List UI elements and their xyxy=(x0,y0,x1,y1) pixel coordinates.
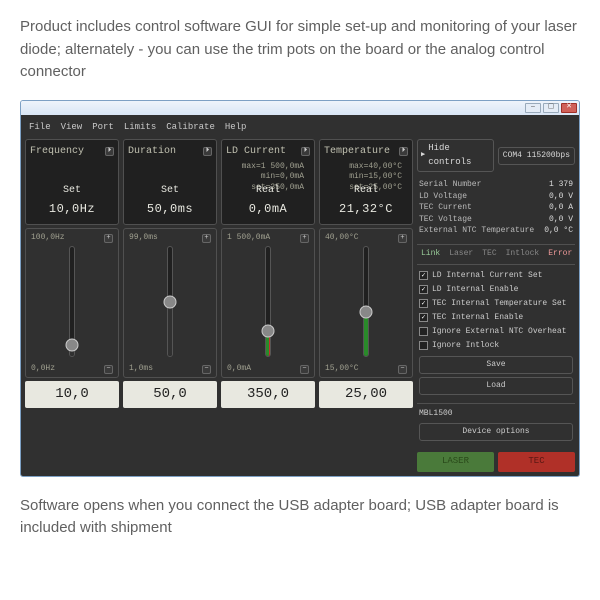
range-max: 1 500,0mA xyxy=(227,232,270,244)
titlebar: – ▢ ✕ xyxy=(21,101,579,115)
channel-input[interactable]: 50,0 xyxy=(123,381,217,408)
status-panel: Serial Number1 379 LD Voltage0,0 VTEC Cu… xyxy=(417,176,575,240)
menu-limits[interactable]: Limits xyxy=(124,121,156,135)
load-button[interactable]: Load xyxy=(419,377,573,395)
plus-button[interactable]: + xyxy=(104,234,113,243)
status-tabs: Link Laser TEC Intlock Error xyxy=(417,244,575,260)
save-button[interactable]: Save xyxy=(419,356,573,374)
channel-display: Frequency ⏵ Set10,0Hz xyxy=(25,139,119,225)
checkbox[interactable] xyxy=(419,285,428,294)
status-row: External NTC Temperature0,0 °C xyxy=(419,225,573,237)
status-row: TEC Voltage0,0 V xyxy=(419,214,573,226)
option-row[interactable]: Ignore External NTC Overheat xyxy=(419,325,573,339)
range-min: 0,0Hz xyxy=(31,363,55,375)
checkbox[interactable] xyxy=(419,271,428,280)
checkbox[interactable] xyxy=(419,299,428,308)
tab-error[interactable]: Error xyxy=(548,248,572,260)
minus-button[interactable]: − xyxy=(202,365,211,374)
vertical-slider[interactable] xyxy=(265,246,271,357)
outro-text: Software opens when you connect the USB … xyxy=(0,483,600,552)
menubar: File View Port Limits Calibrate Help xyxy=(25,119,575,140)
range-min: 0,0mA xyxy=(227,363,251,375)
channel-input[interactable]: 350,0 xyxy=(221,381,315,408)
channel-lock-icon[interactable]: ⏵ xyxy=(399,147,408,156)
status-row: LD Voltage0,0 V xyxy=(419,191,573,203)
menu-view[interactable]: View xyxy=(61,121,83,135)
slider-knob[interactable] xyxy=(66,339,79,352)
slider-knob[interactable] xyxy=(164,295,177,308)
range-max: 100,0Hz xyxy=(31,232,65,244)
range-min: 15,00°C xyxy=(325,363,359,375)
option-row[interactable]: Ignore Intlock xyxy=(419,339,573,353)
channel-input[interactable]: 25,00 xyxy=(319,381,413,408)
plus-button[interactable]: + xyxy=(300,234,309,243)
channel-slider-box: 99,0ms + 1,0ms − xyxy=(123,228,217,378)
channel-title: Duration xyxy=(128,144,176,159)
slider-knob[interactable] xyxy=(262,324,275,337)
intro-text: Product includes control software GUI fo… xyxy=(0,0,600,94)
checkbox[interactable] xyxy=(419,341,428,350)
checkbox[interactable] xyxy=(419,327,428,336)
hide-controls-button[interactable]: ▶ Hide controls xyxy=(417,139,494,172)
channel-lock-icon[interactable]: ⏵ xyxy=(301,147,310,156)
range-max: 40,00°C xyxy=(325,232,359,244)
close-button[interactable]: ✕ xyxy=(561,103,577,113)
app-window: – ▢ ✕ File View Port Limits Calibrate He… xyxy=(20,100,580,477)
menu-help[interactable]: Help xyxy=(225,121,247,135)
menu-file[interactable]: File xyxy=(29,121,51,135)
channel-slider-box: 1 500,0mA + 0,0mA − xyxy=(221,228,315,378)
channel-slider-box: 40,00°C + 15,00°C − xyxy=(319,228,413,378)
tab-tec[interactable]: TEC xyxy=(482,248,496,260)
vertical-slider[interactable] xyxy=(69,246,75,357)
device-options-button[interactable]: Device options xyxy=(419,423,573,441)
channel-display: Temperature ⏵ max=40,00°Cmin=15,00°Cset=… xyxy=(319,139,413,225)
play-icon: ▶ xyxy=(421,150,425,161)
range-min: 1,0ms xyxy=(129,363,153,375)
laser-button[interactable]: LASER xyxy=(417,452,494,472)
minus-button[interactable]: − xyxy=(300,365,309,374)
options-panel: LD Internal Current SetLD Internal Enabl… xyxy=(417,264,575,399)
option-row[interactable]: LD Internal Current Set xyxy=(419,269,573,283)
tab-link[interactable]: Link xyxy=(421,248,440,260)
maximize-button[interactable]: ▢ xyxy=(543,103,559,113)
slider-knob[interactable] xyxy=(360,306,373,319)
status-row: TEC Current0,0 A xyxy=(419,202,573,214)
channel-title: LD Current xyxy=(226,144,286,159)
tec-button[interactable]: TEC xyxy=(498,452,575,472)
channel-lock-icon[interactable]: ⏵ xyxy=(203,147,212,156)
menu-port[interactable]: Port xyxy=(92,121,114,135)
tab-laser[interactable]: Laser xyxy=(449,248,473,260)
device-model: MBL1500 xyxy=(419,408,573,420)
plus-button[interactable]: + xyxy=(398,234,407,243)
option-row[interactable]: TEC Internal Enable xyxy=(419,311,573,325)
channel-display: Duration ⏵ Set50,0ms xyxy=(123,139,217,225)
minus-button[interactable]: − xyxy=(398,365,407,374)
tab-intlock[interactable]: Intlock xyxy=(506,248,540,260)
menu-calibrate[interactable]: Calibrate xyxy=(166,121,215,135)
channel-display: LD Current ⏵ max=1 500,0mAmin=0,0mAset=3… xyxy=(221,139,315,225)
checkbox[interactable] xyxy=(419,313,428,322)
channel-lock-icon[interactable]: ⏵ xyxy=(105,147,114,156)
channel-title: Temperature xyxy=(324,144,390,159)
option-row[interactable]: TEC Internal Temperature Set xyxy=(419,297,573,311)
option-row[interactable]: LD Internal Enable xyxy=(419,283,573,297)
status-row: Serial Number1 379 xyxy=(419,179,573,191)
plus-button[interactable]: + xyxy=(202,234,211,243)
port-combo[interactable]: COM4 115200bps xyxy=(498,147,575,165)
vertical-slider[interactable] xyxy=(363,246,369,357)
channel-slider-box: 100,0Hz + 0,0Hz − xyxy=(25,228,119,378)
minus-button[interactable]: − xyxy=(104,365,113,374)
channel-title: Frequency xyxy=(30,144,84,159)
range-max: 99,0ms xyxy=(129,232,158,244)
vertical-slider[interactable] xyxy=(167,246,173,357)
channel-input[interactable]: 10,0 xyxy=(25,381,119,408)
minimize-button[interactable]: – xyxy=(525,103,541,113)
